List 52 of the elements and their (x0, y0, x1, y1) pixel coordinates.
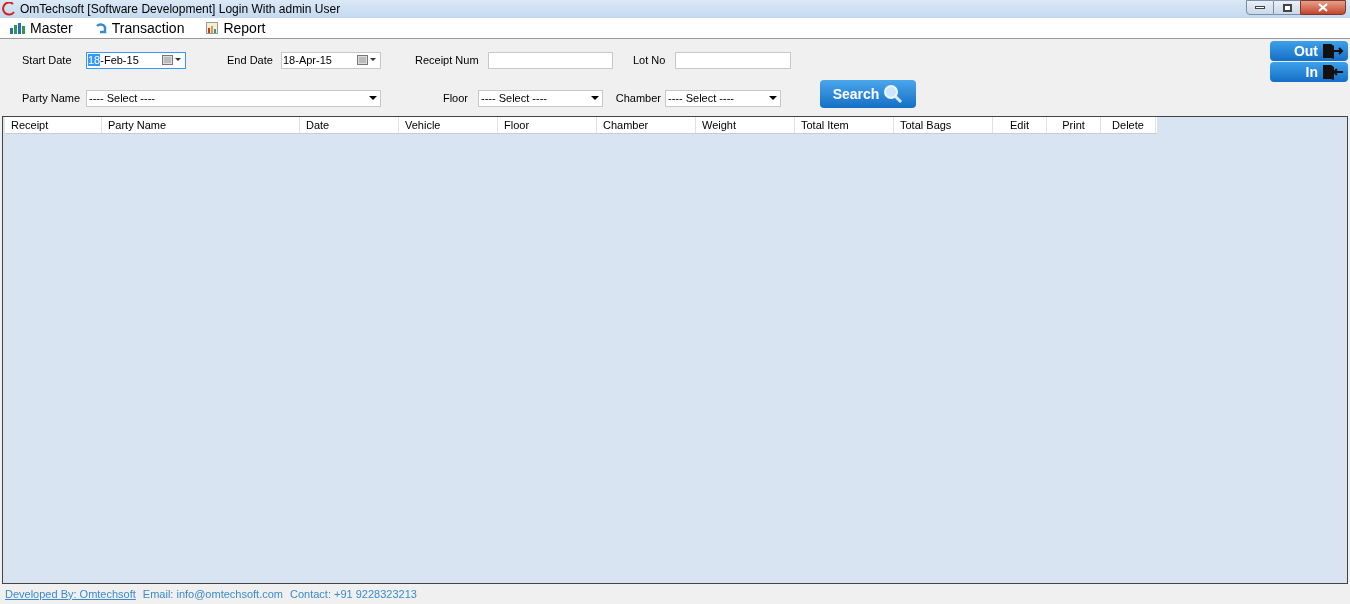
column-header[interactable]: Receipt (5, 117, 102, 133)
menu-item[interactable]: Report (206, 17, 266, 39)
column-header[interactable]: Delete (1101, 117, 1156, 133)
column-header[interactable]: Party Name (102, 117, 300, 133)
field-label: Floor (441, 90, 469, 106)
search-button[interactable]: Search (820, 80, 916, 108)
caret-icon (769, 96, 777, 100)
caret-icon (369, 96, 377, 100)
calendar-icon (357, 55, 377, 65)
window-title: OmTechsoft [Software Development] Login With admin User (20, 1, 341, 18)
field-label: Receipt Num (415, 52, 480, 68)
caret-icon (591, 96, 599, 100)
column-header[interactable]: Weight (696, 117, 795, 133)
minimize-icon (1255, 6, 1265, 9)
close-icon (1318, 3, 1328, 12)
column-header[interactable]: Vehicle (399, 117, 498, 133)
close-button[interactable] (1300, 0, 1346, 15)
email-text: Email: info@omtechsoft.com (142, 586, 283, 602)
refresh-icon (94, 22, 107, 34)
field-label: End Date (227, 52, 274, 68)
date-picker[interactable]: 18-Apr-15 (281, 51, 381, 69)
restore-button[interactable] (1274, 0, 1300, 15)
search-icon (883, 84, 904, 104)
menu-item[interactable]: Master (10, 17, 73, 39)
out-button[interactable]: Out (1270, 41, 1348, 61)
field-label: Start Date (22, 52, 73, 68)
contact-text: Contact: +91 9228323213 (290, 586, 417, 602)
column-header[interactable]: Chamber (597, 117, 696, 133)
field-label: Chamber (614, 90, 662, 106)
column-header[interactable]: Date (300, 117, 399, 133)
chamber-dropdown[interactable]: ---- Select ---- (665, 89, 781, 107)
report-icon (206, 22, 219, 34)
party-name-dropdown[interactable]: ---- Select ---- (86, 89, 381, 107)
field-label: Lot No (633, 52, 667, 68)
field-label: Party Name (22, 90, 82, 106)
chart-icon (10, 22, 25, 34)
lot-no-field[interactable] (675, 51, 791, 69)
floor-dropdown[interactable]: ---- Select ---- (478, 89, 603, 107)
column-header[interactable]: Print (1047, 117, 1101, 133)
minimize-button[interactable] (1246, 0, 1274, 15)
column-header[interactable]: Edit (993, 117, 1047, 133)
exit-door-icon (1322, 43, 1344, 59)
calendar-icon (162, 55, 182, 65)
column-header[interactable]: Total Bags (894, 117, 993, 133)
column-header[interactable]: Floor (498, 117, 597, 133)
enter-door-icon (1322, 64, 1344, 80)
restore-icon (1282, 3, 1292, 12)
menu-item[interactable]: Transaction (94, 17, 185, 39)
app-logo-icon (2, 2, 16, 16)
in-button[interactable]: In (1270, 62, 1348, 82)
receipt-num-field[interactable] (488, 51, 613, 69)
column-header[interactable]: Total Item (795, 117, 894, 133)
